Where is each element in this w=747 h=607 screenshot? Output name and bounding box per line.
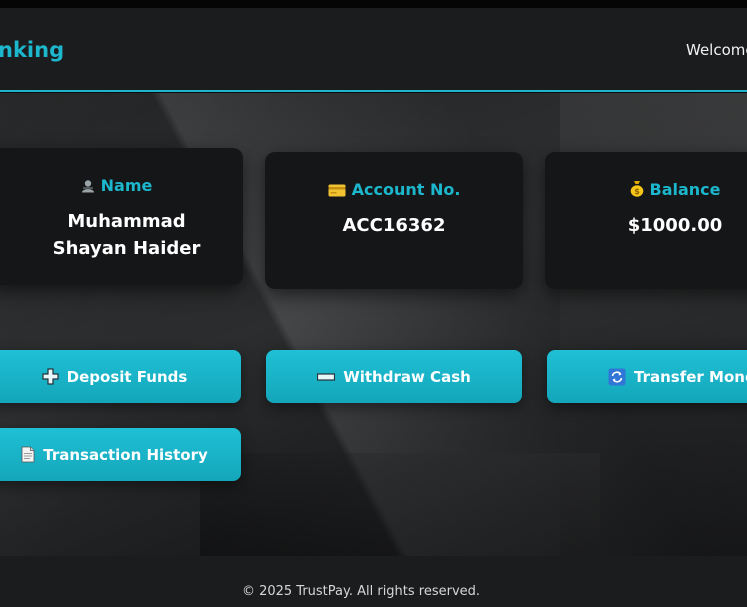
name-label: Name <box>100 176 153 195</box>
name-card: Name Muhammad Shayan Haider <box>0 148 243 285</box>
refresh-arrows-icon <box>608 368 626 386</box>
money-bag-icon: $ <box>630 180 644 201</box>
balance-label: Balance <box>649 180 721 199</box>
welcome-text: Welcome <box>686 41 747 59</box>
name-value: Muhammad Shayan Haider <box>52 211 201 259</box>
account-card: Account No. ACC16362 <box>265 152 523 289</box>
dashboard-main: Name Muhammad Shayan Haider Account No. … <box>0 93 747 556</box>
withdraw-cash-button[interactable]: Withdraw Cash <box>266 350 522 403</box>
footer: © 2025 TrustPay. All rights reserved. <box>0 556 747 607</box>
withdraw-cash-label: Withdraw Cash <box>343 367 471 386</box>
balance-value: $1000.00 <box>627 215 723 236</box>
svg-text:$: $ <box>634 187 640 196</box>
deposit-funds-label: Deposit Funds <box>66 367 188 386</box>
top-nav-bar: nking Welcome <box>0 8 747 92</box>
credit-card-icon <box>328 182 346 201</box>
account-label: Account No. <box>351 180 461 199</box>
transfer-money-label: Transfer Money <box>634 367 747 386</box>
transfer-money-button[interactable]: Transfer Money <box>547 350 747 403</box>
deposit-funds-button[interactable]: Deposit Funds <box>0 350 241 403</box>
transaction-history-label: Transaction History <box>43 445 208 464</box>
name-card-title: Name <box>0 176 243 197</box>
plus-icon <box>42 368 59 385</box>
balance-card: $ Balance $1000.00 <box>545 152 747 289</box>
background-texture-lower <box>200 453 600 556</box>
minus-icon <box>317 372 336 381</box>
copyright-text: © 2025 TrustPay. All rights reserved. <box>241 584 481 599</box>
transaction-history-button[interactable]: Transaction History <box>0 428 241 481</box>
account-card-title: Account No. <box>265 180 523 201</box>
document-icon <box>21 446 35 463</box>
window-top-strip <box>0 0 747 8</box>
balance-card-title: $ Balance <box>545 180 747 201</box>
account-value: ACC16362 <box>342 215 446 236</box>
brand-title[interactable]: nking <box>0 38 64 62</box>
user-icon <box>81 178 95 197</box>
